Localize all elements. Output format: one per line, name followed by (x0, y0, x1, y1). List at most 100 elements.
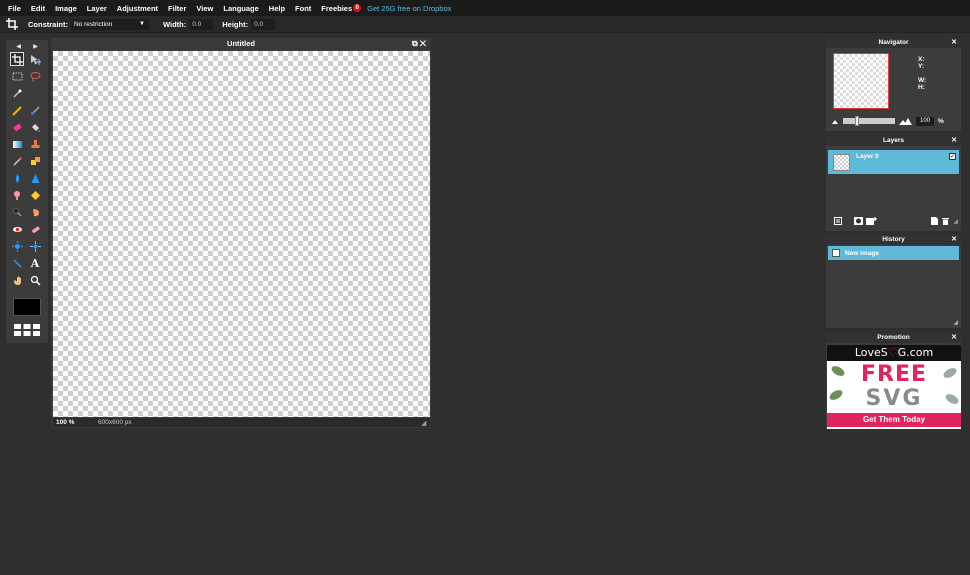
new-folder-icon[interactable] (866, 217, 877, 225)
lasso-tool-icon[interactable] (28, 69, 42, 83)
layer-visibility-checkbox[interactable]: ✓ (949, 153, 956, 160)
resize-grip-icon[interactable]: ◢ (421, 419, 429, 427)
image-size: 600x600 px (98, 419, 132, 426)
w-label: W: (918, 77, 927, 84)
constraint-label: Constraint: (28, 19, 68, 29)
history-item-label: New image (845, 249, 879, 257)
smudge-tool-icon[interactable] (10, 188, 24, 202)
replace-color-tool-icon[interactable] (28, 154, 42, 168)
stamp-tool-icon[interactable] (28, 137, 42, 151)
height-label: Height: (222, 19, 249, 29)
crop-tool-icon[interactable] (10, 52, 24, 66)
zoom-in-icon[interactable] (899, 117, 912, 125)
document-title-bar[interactable]: Untitled ⧉ ✕ (51, 38, 431, 50)
promotion-title: Promotion (877, 334, 910, 341)
arrow-left-icon[interactable]: ◀ (16, 43, 21, 51)
toolbox: ◀ ▶ A (6, 40, 48, 343)
brush-tool-icon[interactable] (28, 103, 42, 117)
text-tool-glyph: A (30, 256, 40, 270)
promo-brand-right: G.com (897, 346, 934, 359)
layer-styles-icon[interactable] (834, 217, 842, 225)
navigator-panel: Navigator ✕ X: Y: W: H: 100 % (826, 38, 961, 131)
freebies-badge: 0 (353, 3, 362, 12)
grid-view-icon[interactable] (13, 323, 41, 337)
gradient-tool-icon[interactable] (10, 137, 24, 151)
height-input[interactable]: 0.0 (251, 18, 276, 30)
history-item[interactable]: New image (828, 246, 959, 260)
zoom-out-icon[interactable] (832, 119, 838, 124)
layers-panel: Layers ✕ Layer 0 ✓ ◢ (826, 136, 961, 231)
constraint-value: No restriction (74, 20, 113, 28)
navigator-zoom: 100 % (832, 116, 958, 126)
pencil-tool-icon[interactable] (10, 103, 24, 117)
close-icon[interactable]: ✕ (951, 235, 957, 245)
zoom-input[interactable]: 100 (916, 116, 934, 126)
menu-font[interactable]: Font (295, 4, 311, 13)
hand-tool-icon[interactable] (10, 273, 24, 287)
burn-tool-icon[interactable] (10, 205, 24, 219)
pen-tool-icon[interactable] (10, 256, 24, 270)
red-eye-tool-icon[interactable] (10, 222, 24, 236)
close-icon[interactable]: ✕ (420, 39, 426, 48)
spot-heal-tool-icon[interactable] (28, 222, 42, 236)
promotion-ad[interactable]: LoveS♡G.com FREE SVG Get Them Today (827, 345, 961, 429)
sponge-tool-icon[interactable] (28, 188, 42, 202)
zoom-slider-handle[interactable] (855, 116, 859, 126)
document-title: Untitled (227, 39, 255, 48)
menu-layer[interactable]: Layer (87, 4, 107, 13)
drop-tool-icon[interactable] (10, 171, 24, 185)
history-title: History (882, 236, 905, 243)
arrow-right-icon[interactable]: ▶ (33, 43, 38, 51)
sharpen-tool-icon[interactable] (28, 171, 42, 185)
new-layer-icon[interactable] (931, 217, 939, 225)
foreground-color-swatch[interactable] (13, 298, 41, 316)
promo-brand-left: LoveS (854, 346, 888, 359)
x-label: X: (918, 56, 925, 63)
menu-image[interactable]: Image (55, 4, 77, 13)
layer-tools: ◢ (834, 216, 958, 226)
dodge-tool-icon[interactable] (28, 205, 42, 219)
menu-filter[interactable]: Filter (168, 4, 186, 13)
menu-bar: File Edit Image Layer Adjustment Filter … (0, 0, 970, 16)
close-icon[interactable]: ✕ (951, 333, 957, 343)
promo-cta-button[interactable]: Get Them Today (827, 413, 961, 427)
close-icon[interactable]: ✕ (951, 38, 957, 48)
navigator-title: Navigator (878, 39, 909, 46)
toolbox-collapse[interactable]: ◀ ▶ (6, 40, 48, 51)
resize-grip-icon[interactable]: ◢ (953, 218, 958, 225)
h-label: H: (918, 84, 925, 91)
move-tool-icon[interactable] (28, 52, 42, 66)
menu-language[interactable]: Language (223, 4, 258, 13)
constraint-select[interactable]: No restriction ▼ (71, 18, 149, 30)
menu-adjustment[interactable]: Adjustment (117, 4, 158, 13)
image-canvas[interactable] (53, 51, 430, 417)
promotion-header: Promotion ✕ (826, 333, 961, 343)
wand-tool-icon[interactable] (10, 86, 24, 100)
resize-grip-icon[interactable]: ◢ (953, 319, 958, 326)
layer-mask-icon[interactable] (854, 217, 863, 225)
navigator-info: X: Y: W: H: (918, 56, 926, 91)
menu-view[interactable]: View (196, 4, 213, 13)
menu-file[interactable]: File (8, 4, 21, 13)
navigator-preview[interactable] (833, 53, 889, 109)
pinch-tool-icon[interactable] (28, 239, 42, 253)
marquee-tool-icon[interactable] (10, 69, 24, 83)
bloat-tool-icon[interactable] (10, 239, 24, 253)
restore-window-icon[interactable]: ⧉ (412, 39, 418, 48)
trash-icon[interactable] (942, 217, 950, 225)
layers-title: Layers (883, 137, 904, 144)
dropbox-promo-link[interactable]: Get 25G free on Dropbox (367, 4, 451, 13)
width-input[interactable]: 0.0 (189, 18, 214, 30)
layer-item[interactable]: Layer 0 ✓ (828, 150, 959, 174)
text-tool-icon[interactable]: A (28, 256, 42, 270)
fill-tool-icon[interactable] (28, 120, 42, 134)
menu-freebies[interactable]: Freebies 0 (321, 3, 362, 13)
color-picker-tool-icon[interactable] (10, 154, 24, 168)
menu-help[interactable]: Help (269, 4, 285, 13)
close-icon[interactable]: ✕ (951, 136, 957, 146)
zoom-level[interactable]: 100 % (56, 419, 98, 426)
zoom-slider[interactable] (843, 116, 895, 126)
zoom-tool-icon[interactable] (28, 273, 42, 287)
eraser-tool-icon[interactable] (10, 120, 24, 134)
menu-edit[interactable]: Edit (31, 4, 45, 13)
